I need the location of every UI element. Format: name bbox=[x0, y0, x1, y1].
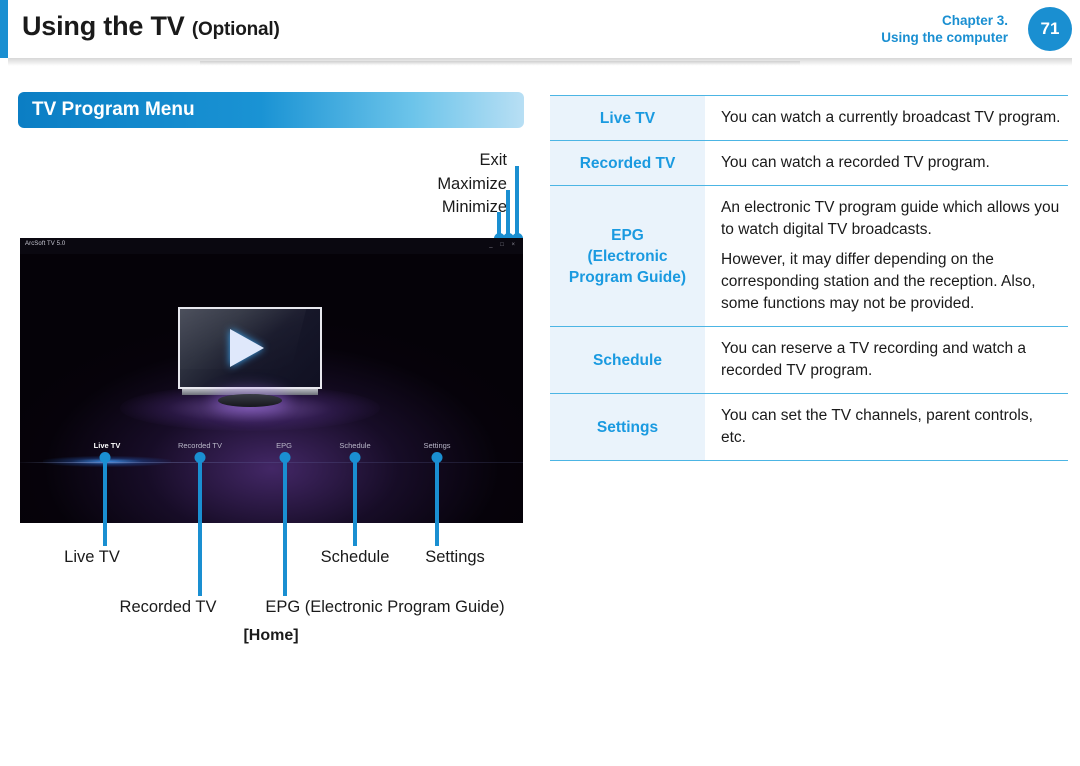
table-row: EPG (Electronic Program Guide) An electroni… bbox=[550, 185, 1068, 327]
callout-leader-settings bbox=[435, 458, 439, 546]
feature-description-paragraph: You can reserve a TV recording and watch… bbox=[721, 340, 1027, 379]
header-accent-bar bbox=[0, 0, 8, 58]
table-cell-feature-name: Settings bbox=[550, 393, 705, 461]
table-row: Live TV You can watch a currently broadca… bbox=[550, 95, 1068, 141]
callout-leader-schedule bbox=[353, 458, 357, 546]
section-title-text: TV Program Menu bbox=[32, 99, 195, 120]
tv-app-title-text: ArcSoft TV 5.0 bbox=[25, 241, 66, 247]
tv-app-window-buttons[interactable]: _ □ × bbox=[489, 242, 518, 248]
chapter-line-2: Using the computer bbox=[881, 30, 1008, 45]
chapter-line-1: Chapter 3. bbox=[941, 13, 1008, 28]
feature-description-paragraph: You can set the TV channels, parent cont… bbox=[721, 407, 1033, 446]
callout-leader-maximize bbox=[506, 190, 510, 239]
table-cell-feature-name: Recorded TV bbox=[550, 140, 705, 186]
callout-leader-exit bbox=[515, 166, 519, 239]
home-label: [Home] bbox=[243, 627, 299, 644]
feature-description-paragraph: You can watch a currently broadcast TV p… bbox=[721, 109, 1061, 126]
callout-label-settings: Settings bbox=[425, 548, 485, 566]
tv-nav-item-epg[interactable]: EPG bbox=[276, 441, 292, 450]
page-number-badge: 71 bbox=[1028, 7, 1072, 51]
table-cell-feature-name: Schedule bbox=[550, 326, 705, 394]
callout-label-live-tv: Live TV bbox=[64, 548, 120, 566]
table-cell-feature-description: You can reserve a TV recording and watch… bbox=[705, 326, 1068, 394]
tv-nav-item-settings[interactable]: Settings bbox=[423, 441, 450, 450]
callout-label-schedule: Schedule bbox=[320, 548, 390, 566]
page-title: Using the TV (Optional) bbox=[22, 11, 280, 42]
tv-app-navbar: Live TV Recorded TV EPG Schedule Settings bbox=[20, 441, 523, 463]
feature-table-body: Live TV You can watch a currently broadca… bbox=[550, 95, 1068, 461]
page-title-optional: (Optional) bbox=[191, 19, 280, 40]
section-title-bar: TV Program Menu bbox=[18, 92, 524, 128]
table-cell-feature-name: EPG (Electronic Program Guide) bbox=[550, 185, 705, 327]
table-row: Recorded TV You can watch a recorded TV p… bbox=[550, 140, 1068, 186]
feature-name-line: Settings bbox=[596, 418, 659, 436]
page-header: Using the TV (Optional) Chapter 3. Using… bbox=[0, 0, 1080, 58]
feature-name-line: (Electronic bbox=[587, 247, 668, 265]
feature-name-line: Schedule bbox=[593, 351, 662, 369]
callout-leader-epg-electronic-program-g bbox=[283, 458, 287, 596]
header-divider-shadow-inner bbox=[200, 61, 800, 65]
tv-nav-item-live-tv[interactable]: Live TV bbox=[94, 441, 121, 450]
callout-label-maximize: Maximize bbox=[437, 175, 507, 193]
tv-app-titlebar: ArcSoft TV 5.0 _ □ × bbox=[20, 238, 523, 254]
table-row: Settings You can set the TV channels, par… bbox=[550, 393, 1068, 461]
tv-nav-item-recorded-tv[interactable]: Recorded TV bbox=[178, 441, 222, 450]
table-cell-feature-name: Live TV bbox=[550, 95, 705, 141]
table-cell-feature-description: You can watch a recorded TV program. bbox=[705, 140, 1068, 186]
feature-description-paragraph: However, it may differ depending on the … bbox=[721, 251, 1036, 312]
chapter-label: Chapter 3. Using the computer bbox=[881, 12, 1008, 46]
feature-name-line: Live TV bbox=[599, 109, 656, 127]
callout-leader-live-tv bbox=[103, 458, 107, 546]
tv-nav-item-schedule[interactable]: Schedule bbox=[339, 441, 370, 450]
feature-description-table: Live TV You can watch a currently broadca… bbox=[550, 95, 1068, 461]
tv-illustration bbox=[178, 307, 322, 407]
table-cell-feature-description: You can set the TV channels, parent cont… bbox=[705, 393, 1068, 461]
callout-label-epg-electronic-program-g: EPG (Electronic Program Guide) bbox=[265, 598, 505, 616]
page-title-main: Using the TV bbox=[22, 11, 192, 41]
feature-name-line: EPG bbox=[611, 226, 644, 244]
feature-name-line: Recorded TV bbox=[579, 154, 676, 172]
callout-leader-recorded-tv bbox=[198, 458, 202, 596]
callout-label-recorded-tv: Recorded TV bbox=[119, 598, 217, 616]
feature-name-line: Program Guide) bbox=[568, 268, 687, 286]
callout-label-exit: Exit bbox=[479, 151, 507, 169]
table-cell-feature-description: An electronic TV program guide which all… bbox=[705, 185, 1068, 327]
tv-stand bbox=[218, 394, 282, 407]
table-cell-feature-description: You can watch a currently broadcast TV p… bbox=[705, 95, 1068, 141]
play-icon bbox=[230, 329, 264, 367]
feature-description-paragraph: You can watch a recorded TV program. bbox=[721, 154, 990, 171]
table-row: Schedule You can reserve a TV recording a… bbox=[550, 326, 1068, 394]
feature-description-paragraph: An electronic TV program guide which all… bbox=[721, 199, 1060, 238]
